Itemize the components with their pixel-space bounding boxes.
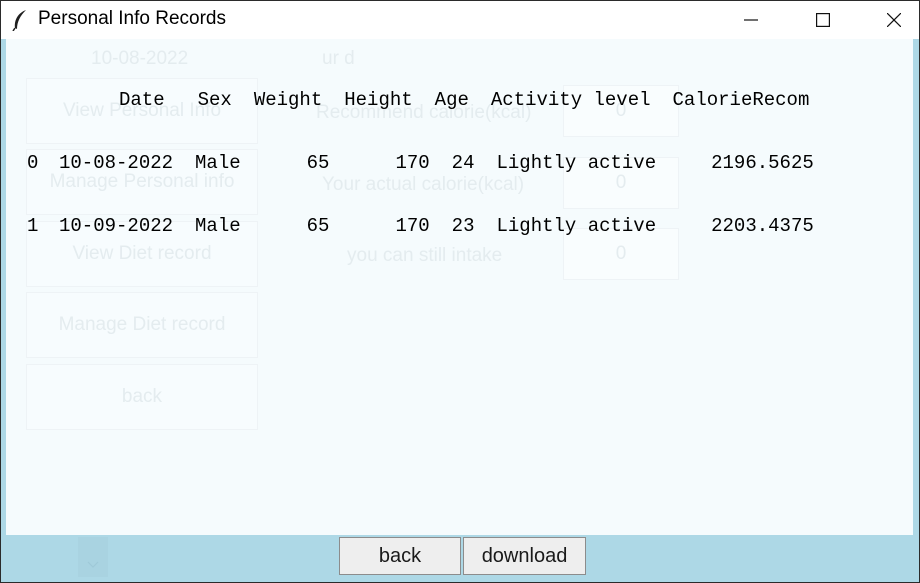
bg-dropdown — [78, 537, 108, 577]
cell-weight: 65 — [306, 215, 330, 237]
cell-calorie: 2203.4375 — [711, 215, 814, 237]
maximize-button[interactable] — [800, 1, 846, 39]
back-button[interactable]: back — [339, 537, 461, 575]
cell-activity: Lightly active — [496, 215, 657, 237]
cell-sex: Male — [195, 152, 241, 174]
column-header: CalorieRecom — [672, 89, 810, 111]
cell-calorie: 2196.5625 — [711, 152, 814, 174]
chevron-down-icon — [87, 561, 99, 568]
records-table: Date Sex Weight Height Age Activity level Calo… — [27, 48, 814, 279]
column-header: Height — [344, 89, 413, 111]
column-header: Date — [119, 89, 165, 111]
cell-date: 10-08-2022 — [59, 152, 174, 174]
row-index: 1 — [27, 215, 39, 237]
cell-date: 10-09-2022 — [59, 215, 174, 237]
column-header: Sex — [197, 89, 232, 111]
records-header-row: Date Sex Weight Height Age Activity level Calo… — [27, 90, 814, 111]
bg-back-button: back — [26, 364, 258, 430]
close-button[interactable] — [871, 1, 917, 39]
cell-height: 170 — [395, 152, 430, 174]
download-button[interactable]: download — [463, 537, 586, 575]
bg-manage-diet-record-button: Manage Diet record — [26, 292, 258, 358]
maximize-icon — [816, 13, 830, 27]
records-window: Personal Info Records 10-08-2022 ur d Vi… — [0, 0, 920, 583]
table-row: 0 10-08-2022 Male 65 170 24 Lightly active 2196… — [27, 153, 814, 174]
cell-activity: Lightly active — [496, 152, 657, 174]
minimize-button[interactable] — [728, 1, 774, 39]
cell-weight: 65 — [306, 152, 330, 174]
records-area[interactable]: 10-08-2022 ur d View Personal Info Manag… — [6, 39, 913, 535]
feather-icon — [12, 10, 26, 31]
minimize-icon — [744, 19, 758, 21]
column-header: Age — [434, 89, 469, 111]
close-icon — [887, 13, 901, 27]
column-header: Weight — [253, 89, 323, 111]
column-header: Activity level — [490, 89, 651, 111]
window-title: Personal Info Records — [38, 8, 226, 29]
cell-age: 23 — [451, 215, 475, 237]
table-row: 1 10-09-2022 Male 65 170 23 Lightly active 2203… — [27, 216, 814, 237]
cell-sex: Male — [195, 215, 241, 237]
cell-age: 24 — [451, 152, 475, 174]
title-bar: Personal Info Records — [1, 1, 919, 39]
row-index: 0 — [27, 152, 39, 174]
cell-height: 170 — [395, 215, 430, 237]
